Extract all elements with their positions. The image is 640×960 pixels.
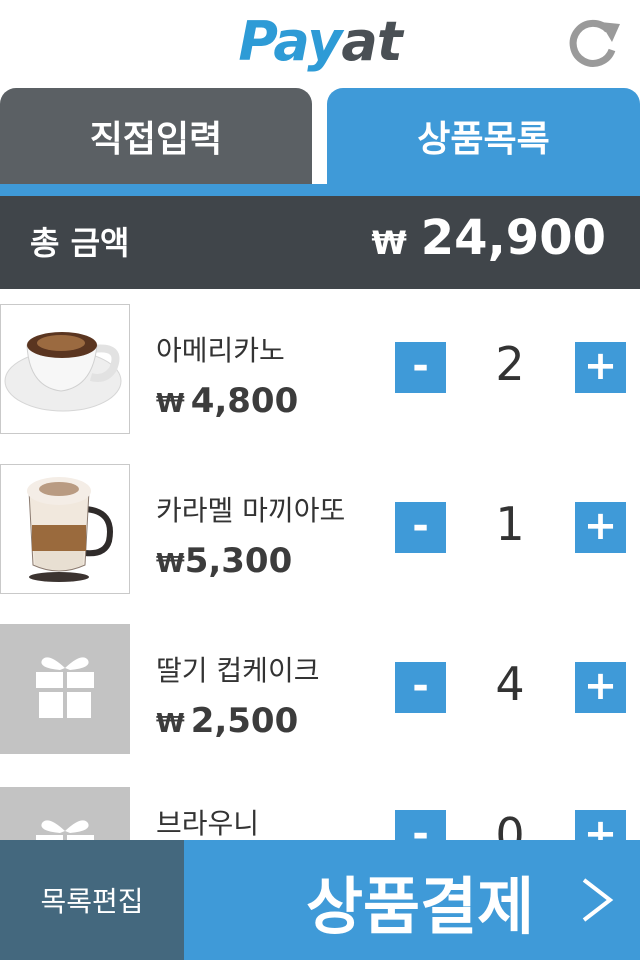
- tab-underline: [0, 184, 640, 196]
- product-image: [0, 624, 130, 754]
- checkout-button[interactable]: 상품결제: [184, 840, 640, 960]
- product-price: ₩5,300: [156, 541, 292, 581]
- quantity: 0: [495, 808, 525, 840]
- macchiato-glass-image: [27, 477, 113, 582]
- won-symbol: ₩: [156, 709, 185, 739]
- increase-button[interactable]: +: [575, 502, 626, 553]
- checkout-label: 상품결제: [306, 870, 535, 943]
- product-name: 딸기 컵케이크: [156, 654, 320, 687]
- tab-product-list-label: 상품목록: [417, 119, 550, 160]
- decrease-button[interactable]: -: [395, 662, 446, 713]
- header: Payat: [0, 0, 640, 88]
- product-price: ₩4,800: [156, 381, 298, 421]
- bottom-bar: 목록편집 상품결제: [0, 840, 640, 960]
- product-row[interactable]: 딸기 컵케이크 ₩2,500 - 4 +: [0, 609, 640, 769]
- increase-button[interactable]: +: [575, 810, 626, 840]
- edit-list-button[interactable]: 목록편집: [0, 840, 184, 960]
- coffee-cup-image: [4, 332, 122, 412]
- tab-direct-input[interactable]: 직접입력: [0, 88, 312, 184]
- edit-list-label: 목록편집: [40, 885, 144, 918]
- total-value: 24,900: [420, 210, 606, 266]
- tab-product-list[interactable]: 상품목록: [327, 88, 640, 184]
- product-image: [0, 464, 130, 594]
- decrease-button[interactable]: -: [395, 342, 446, 393]
- increase-button[interactable]: +: [575, 342, 626, 393]
- decrease-button[interactable]: -: [395, 502, 446, 553]
- product-name: 카라멜 마끼아또: [156, 494, 346, 527]
- payat-logo: Payat: [238, 10, 402, 73]
- product-row[interactable]: 아메리카노 ₩4,800 - 2 +: [0, 289, 640, 449]
- won-symbol: ₩: [156, 549, 185, 579]
- quantity: 4: [495, 657, 525, 711]
- product-row[interactable]: 브라우니 - 0 +: [0, 772, 640, 840]
- gift-icon: [36, 657, 94, 718]
- total-bar: 총 금액 ₩24,900: [0, 196, 640, 289]
- tab-bar: 직접입력 상품목록: [0, 88, 640, 184]
- decrease-button[interactable]: -: [395, 810, 446, 840]
- product-price: ₩2,500: [156, 701, 298, 741]
- quantity: 2: [495, 337, 525, 391]
- refresh-icon[interactable]: [564, 16, 624, 72]
- product-price-value: 5,300: [184, 541, 293, 581]
- chevron-right-icon: [582, 878, 614, 922]
- product-name: 브라우니: [156, 807, 260, 840]
- total-label: 총 금액: [30, 224, 130, 262]
- increase-button[interactable]: +: [575, 662, 626, 713]
- won-symbol: ₩: [156, 389, 185, 419]
- product-row[interactable]: 카라멜 마끼아또 ₩5,300 - 1 +: [0, 449, 640, 609]
- quantity: 1: [495, 497, 525, 551]
- product-image: [0, 304, 130, 434]
- product-price-value: 4,800: [190, 381, 299, 421]
- product-price-value: 2,500: [190, 701, 299, 741]
- tab-direct-input-label: 직접입력: [89, 119, 223, 160]
- product-image: [0, 787, 130, 840]
- product-list[interactable]: 아메리카노 ₩4,800 - 2 + 카라멜 마끼아또 ₩5,300 - 1 +: [0, 289, 640, 840]
- won-symbol: ₩: [371, 224, 407, 262]
- total-amount: ₩24,900: [371, 210, 606, 266]
- product-name: 아메리카노: [156, 334, 285, 367]
- gift-icon: [36, 820, 94, 840]
